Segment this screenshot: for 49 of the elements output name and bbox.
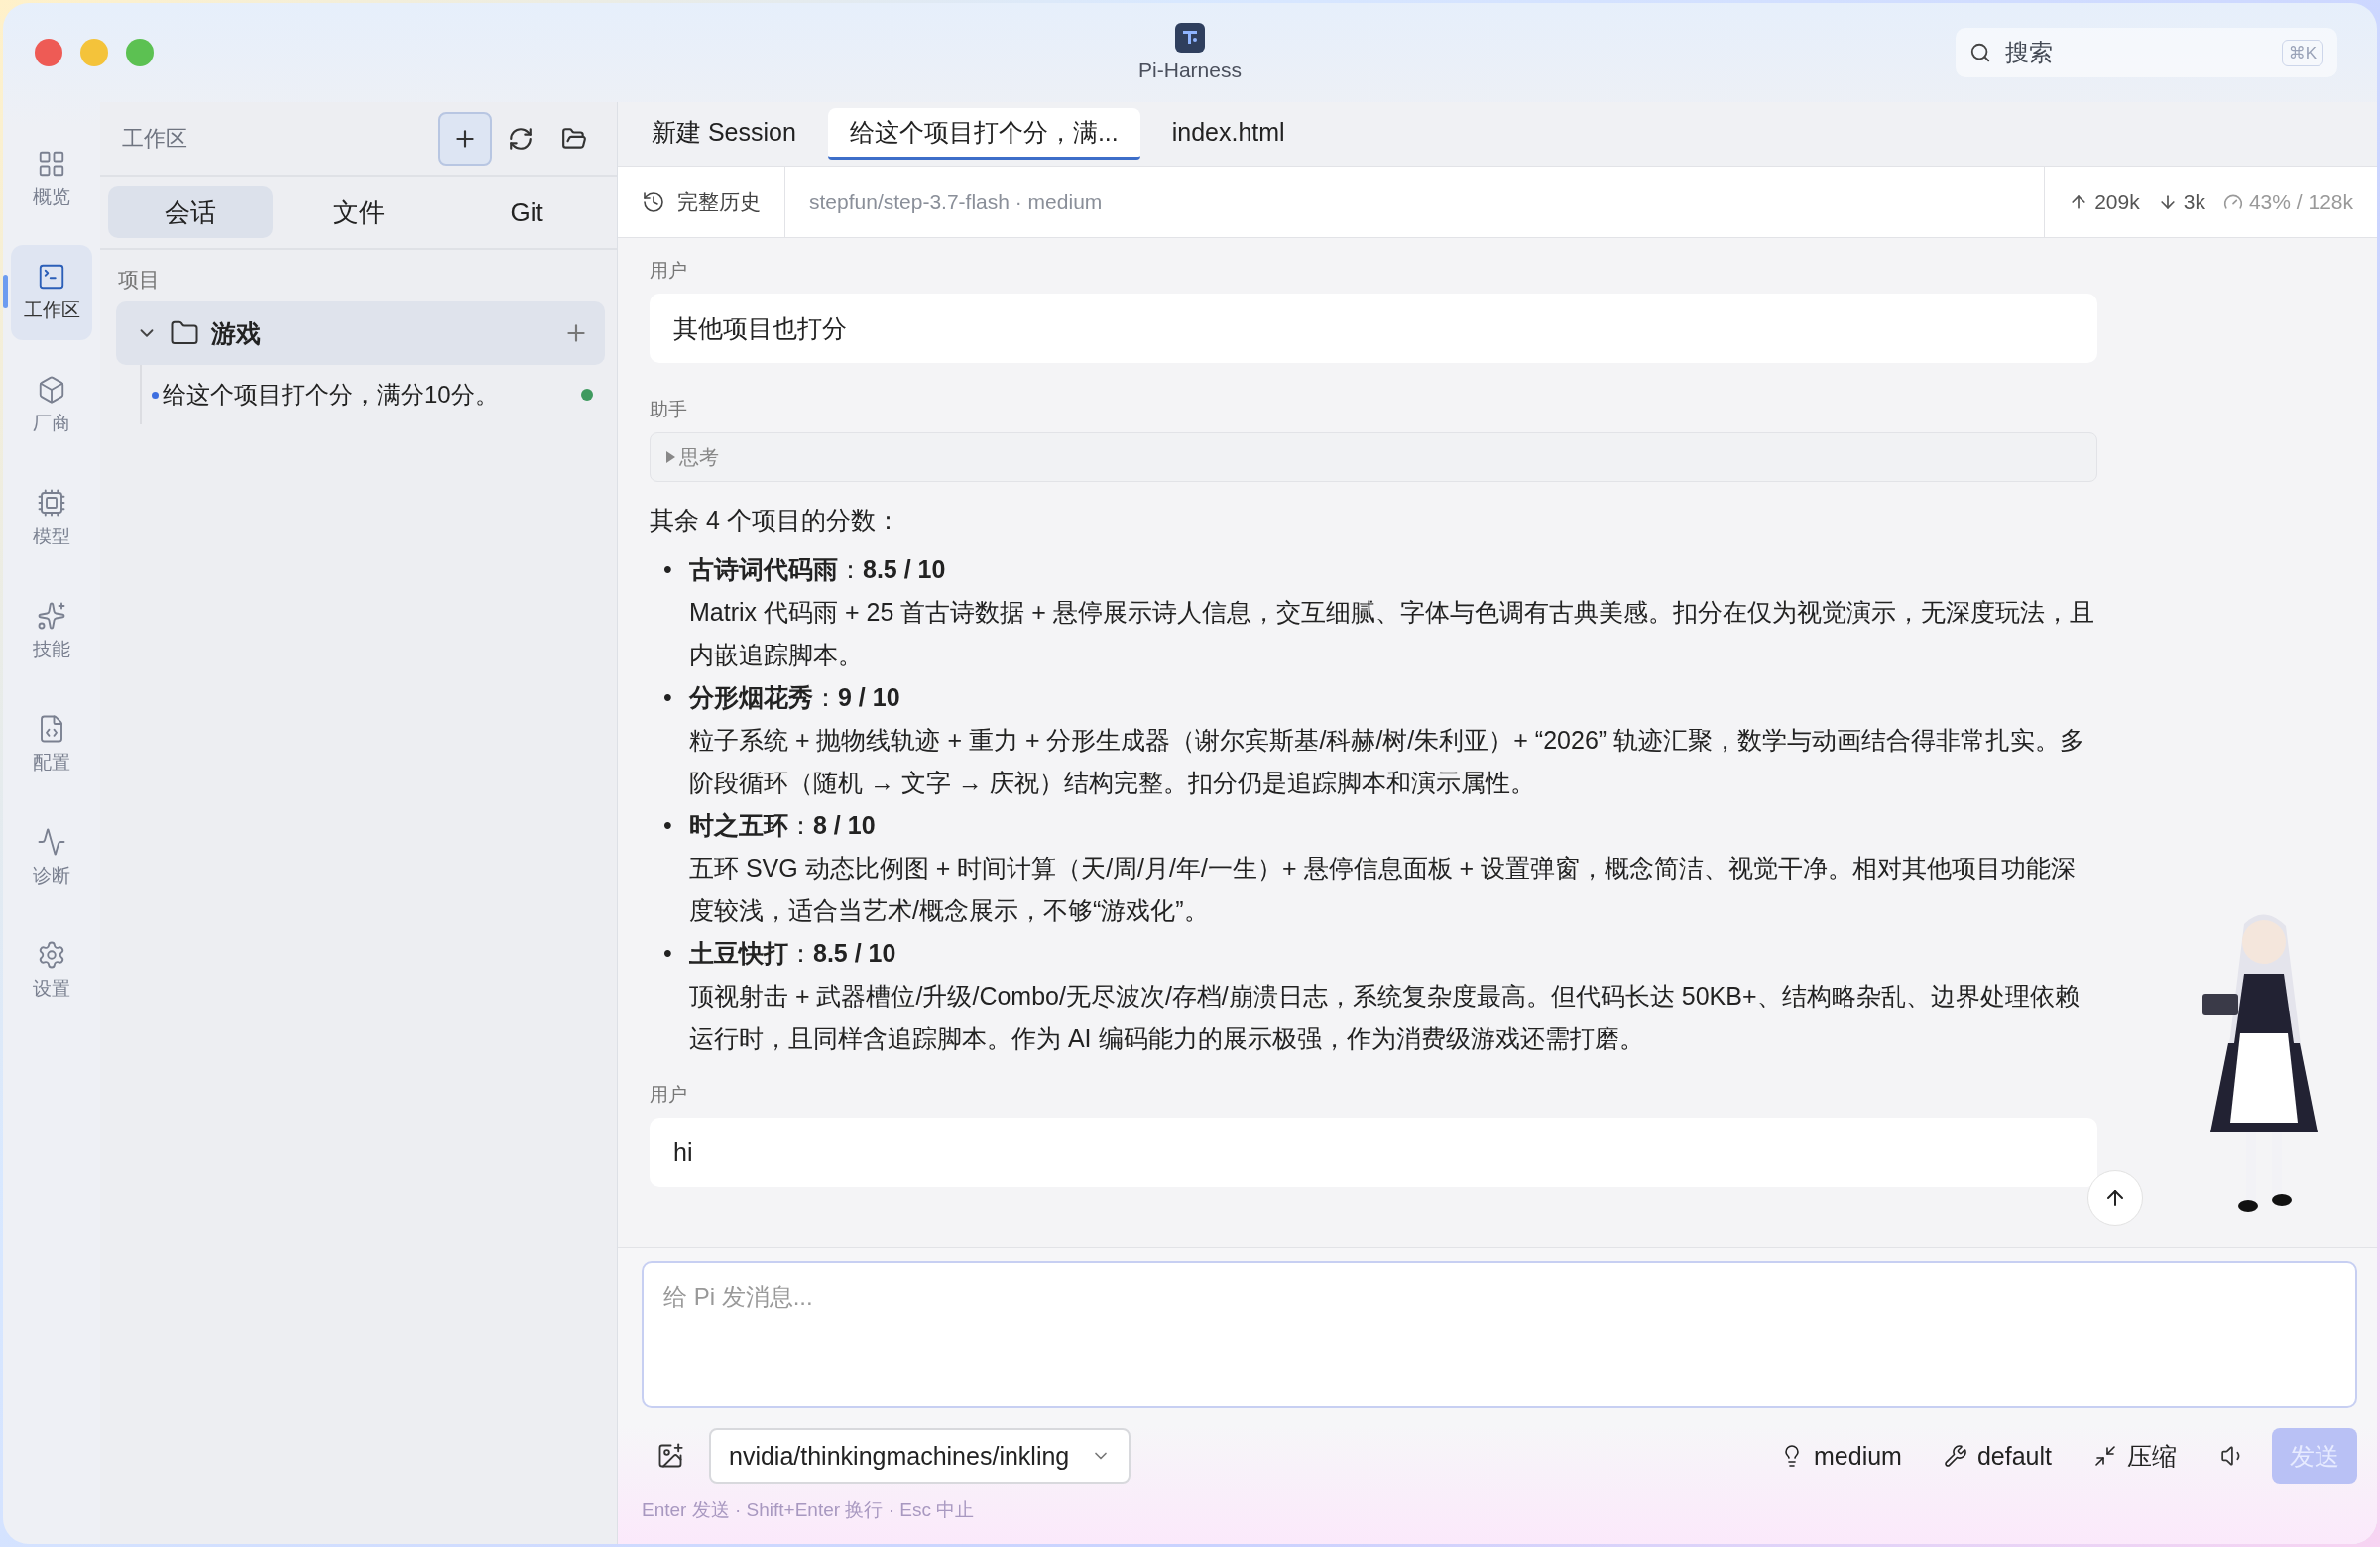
- role-label: 助手: [650, 398, 688, 421]
- panel-tab[interactable]: Git: [444, 186, 609, 238]
- role-label: 用户: [650, 1083, 688, 1107]
- bullet: •: [663, 682, 673, 713]
- project-row[interactable]: 游戏: [116, 301, 605, 365]
- history-button[interactable]: 完整历史: [618, 167, 785, 237]
- compress-button[interactable]: 压缩: [2080, 1428, 2191, 1484]
- section-label: 项目: [117, 267, 161, 293]
- panel-tab[interactable]: 会话: [108, 186, 273, 238]
- score-heading: 分形烟花秀：9 / 10: [689, 682, 901, 713]
- search-field[interactable]: 搜索 ⌘K: [1956, 28, 2337, 77]
- score-description: 顶视射击 + 武器槽位/升级/Combo/无尽波次/存档/崩溃日志，系统复杂度最高。但代码长达 50KB+、结构略杂乱、边界处理依赖运行时，且同样含追踪脚本。作为 AI 编码能力的展示极强，作为消费级游戏还需打磨。: [689, 981, 2081, 1054]
- bullet: •: [663, 938, 673, 969]
- nav-item[interactable]: 模型: [11, 471, 92, 566]
- answer-text: 其余 4 个项目的分数：: [650, 505, 901, 536]
- panel-tab[interactable]: 文件: [276, 186, 441, 238]
- message-input[interactable]: 给 Pi 发消息...: [642, 1261, 2357, 1408]
- tokens-out: 3k: [2183, 189, 2205, 214]
- nav-item[interactable]: 技能: [11, 584, 92, 679]
- session-item[interactable]: 给这个项目打个分，满分10分。: [163, 379, 577, 411]
- bullet: •: [663, 554, 673, 585]
- keyboard-hint: Enter 发送 · Shift+Enter 换行 · Esc 中止: [642, 1498, 976, 1522]
- window-title: Pi-Harness: [1138, 59, 1242, 82]
- score-heading: 时之五环：8 / 10: [689, 810, 877, 841]
- score-description: Matrix 代码雨 + 25 首古诗数据 + 悬停展示诗人信息，交互细腻、字体与色调有古典美感。扣分在仅为视觉演示，无深度玩法，且内嵌追踪脚本。: [689, 597, 2095, 670]
- model-label: stepfun/step-3.7-flash · medium: [808, 189, 1104, 214]
- tokens-in: 209k: [2094, 189, 2140, 214]
- context-usage: 43% / 128k: [2248, 189, 2353, 214]
- editor-tab[interactable]: index.html: [1149, 108, 1307, 160]
- score-heading: 古诗词代码雨：8.5 / 10: [689, 554, 947, 585]
- bullet: •: [663, 810, 673, 841]
- nav-item[interactable]: 诊断: [11, 810, 92, 905]
- editor-tab[interactable]: 给这个项目打个分，满...: [827, 108, 1140, 160]
- user-message: hi: [650, 1118, 2097, 1187]
- tool-button[interactable]: default: [1929, 1428, 2066, 1484]
- project-name: 游戏: [211, 317, 262, 349]
- nav-item[interactable]: 厂商: [11, 358, 92, 453]
- panel-title: 工作区: [122, 124, 188, 153]
- nav-item[interactable]: 设置: [11, 923, 92, 1018]
- score-description: 粒子系统 + 抛物线轨迹 + 重力 + 分形生成器（谢尔宾斯基/科赫/树/朱利亚）+ “2026” 轨迹汇聚，数学与动画结合得非常扎实。多阶段循环（随机 → 文字 → 庆祝）结构完整。扣分仍是追踪脚本和演示属性。: [689, 725, 2086, 798]
- shortcut-badge: ⌘K: [2281, 39, 2323, 66]
- role-label: 用户: [650, 259, 688, 283]
- nav-item[interactable]: 配置: [11, 697, 92, 792]
- model-select[interactable]: nvidia/thinkingmachines/inkling: [709, 1428, 1131, 1484]
- user-message: 其他项目也打分: [650, 294, 2097, 363]
- effort-button[interactable]: medium: [1766, 1428, 1916, 1484]
- score-heading: 土豆快打：8.5 / 10: [689, 938, 897, 969]
- editor-tab[interactable]: 新建 Session: [630, 108, 818, 160]
- score-description: 五环 SVG 动态比例图 + 时间计算（天/周/月/年/一生）+ 悬停信息面板 + 设置弹窗，概念简洁、视觉干净。相对其他项目功能深度较浅，适合当艺术/概念展示，不够“游戏化”。: [689, 853, 2077, 926]
